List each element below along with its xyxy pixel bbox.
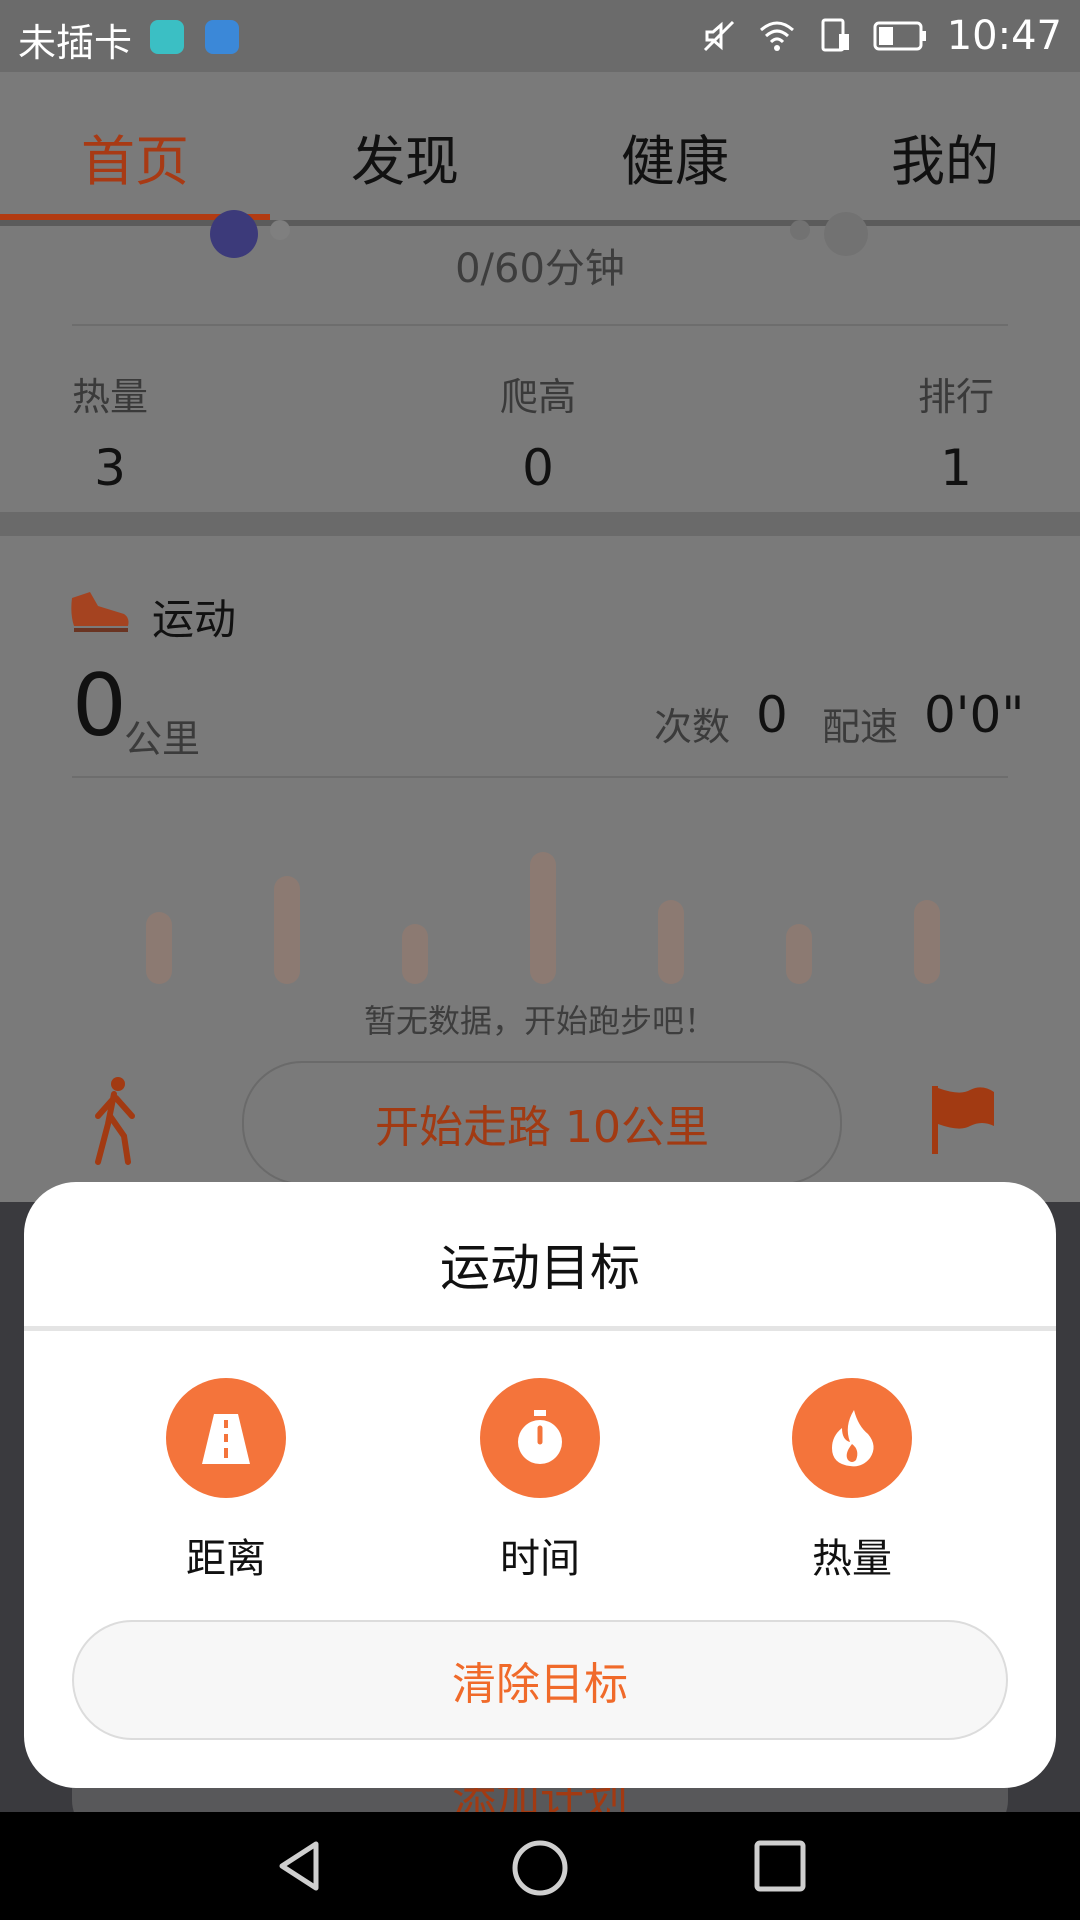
sim-icon (821, 18, 849, 52)
navigation-bar (0, 1812, 1080, 1920)
walking-icon[interactable] (88, 1076, 144, 1166)
pace-value: 0'0" (924, 686, 1025, 744)
flame-icon (832, 1410, 874, 1467)
distance-unit: 公里 (124, 717, 201, 761)
chart-bar (786, 924, 812, 984)
divider (72, 324, 1008, 326)
count-value: 0 (756, 686, 788, 744)
distance-value: 0 (72, 656, 127, 756)
flag-icon[interactable] (930, 1084, 996, 1156)
back-icon[interactable] (272, 1838, 328, 1894)
stat-climb: 爬高 0 (500, 375, 577, 497)
chart-bar (274, 876, 300, 984)
recents-icon[interactable] (752, 1838, 808, 1894)
clock: 10:47 (946, 13, 1062, 59)
pace-label: 配速 (822, 705, 899, 749)
stopwatch-icon (518, 1410, 562, 1464)
home-icon[interactable] (510, 1838, 570, 1898)
wifi-icon (759, 21, 794, 51)
gallery-notification-icon (205, 20, 239, 54)
activity-summary-card: 0/60分钟 热量 3 爬高 0 排行 1 (0, 210, 1080, 512)
divider (24, 1326, 1056, 1331)
goal-option-time[interactable]: 时间 (450, 1378, 630, 1584)
road-icon (202, 1414, 250, 1464)
shoe-icon (71, 592, 129, 632)
sport-goal-dialog: 运动目标 距离 时间 热量 清除目标 (24, 1182, 1056, 1788)
progress-text: 0/60分钟 (455, 246, 625, 292)
carrier-text: 未插卡 (18, 21, 133, 65)
tab-mine[interactable]: 我的 (810, 117, 1080, 196)
empty-state-text: 暂无数据，开始跑步吧！ (363, 1002, 716, 1040)
goal-option-calories[interactable]: 热量 (762, 1378, 942, 1584)
chart-bar (658, 900, 684, 984)
goal-option-label: 时间 (500, 1536, 580, 1582)
chart-bar (146, 912, 172, 984)
goal-option-label: 距离 (186, 1536, 266, 1582)
app-notification-icon (150, 20, 184, 54)
stat-rank: 排行 1 (918, 375, 995, 497)
stat-calories: 热量 3 (72, 375, 149, 497)
chart-bar (914, 900, 940, 984)
divider (72, 776, 1008, 778)
tab-home[interactable]: 首页 (0, 117, 270, 196)
sport-title: 运动 (152, 595, 237, 644)
tab-discover[interactable]: 发现 (270, 117, 540, 196)
chart-bar (402, 924, 428, 984)
clear-goal-button[interactable]: 清除目标 (72, 1620, 1008, 1740)
start-walking-button[interactable]: 开始走路 10公里 (242, 1061, 842, 1185)
goal-option-label: 热量 (812, 1536, 892, 1582)
battery-icon (873, 21, 926, 51)
status-bar: 未插卡 10:47 (0, 0, 1080, 72)
goal-option-distance[interactable]: 距离 (136, 1378, 316, 1584)
dialog-title: 运动目标 (440, 1239, 640, 1297)
tab-health[interactable]: 健康 (540, 117, 810, 196)
mute-icon (703, 20, 734, 52)
count-label: 次数 (654, 705, 731, 749)
top-tab-bar: 首页 发现 健康 我的 (0, 72, 1080, 226)
chart-bar (530, 852, 556, 984)
sport-card: 运动 0 公里 次数 0 配速 0'0" 暂无数据，开始跑步吧！ 开始走路 10… (0, 536, 1080, 1202)
